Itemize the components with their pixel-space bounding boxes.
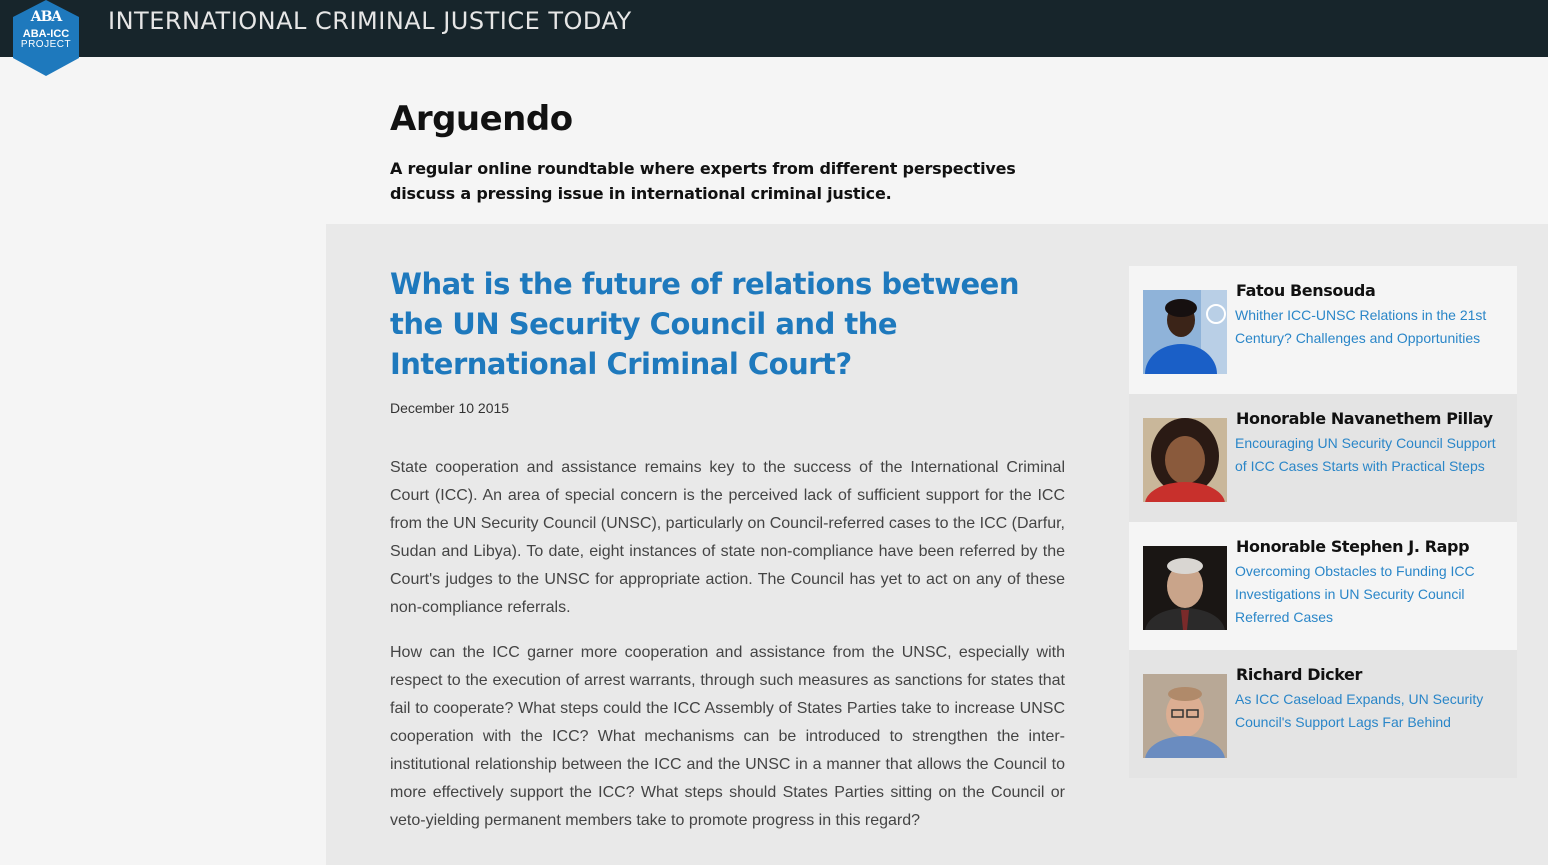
contributor-photo[interactable] <box>1143 674 1227 758</box>
site-title[interactable]: INTERNATIONAL CRIMINAL JUSTICE TODAY <box>108 7 632 35</box>
aba-icc-logo[interactable]: ABA ABA-ICC PROJECT <box>11 0 81 78</box>
portrait-icon <box>1143 418 1227 502</box>
contributor-article-link[interactable]: As ICC Caseload Expands, UN Security Cou… <box>1235 688 1507 734</box>
portrait-icon <box>1143 546 1227 630</box>
contributor-card: Richard Dicker As ICC Caseload Expands, … <box>1129 650 1517 778</box>
contributor-name: Honorable Stephen J. Rapp <box>1236 537 1470 556</box>
contributors-sidebar: Fatou Bensouda Whither ICC-UNSC Relation… <box>1129 266 1517 778</box>
contributor-card: Honorable Stephen J. Rapp Overcoming Obs… <box>1129 522 1517 650</box>
contributor-photo[interactable] <box>1143 290 1227 374</box>
contributor-name: Honorable Navanethem Pillay <box>1236 409 1493 428</box>
page-subtitle: A regular online roundtable where expert… <box>390 159 1016 203</box>
contributor-article-link[interactable]: Whither ICC-UNSC Relations in the 21st C… <box>1235 304 1507 350</box>
top-navigation-bar: INTERNATIONAL CRIMINAL JUSTICE TODAY <box>0 0 1548 57</box>
contributor-name: Fatou Bensouda <box>1236 281 1376 300</box>
logo-line2: PROJECT <box>20 39 72 50</box>
article-title: What is the future of relations between … <box>390 267 1019 381</box>
article-paragraph: How can the ICC garner more cooperation … <box>390 644 1065 829</box>
portrait-icon <box>1143 674 1227 758</box>
article-body: State cooperation and assistance remains… <box>390 454 1065 852</box>
contributor-article-link[interactable]: Overcoming Obstacles to Funding ICC Inve… <box>1235 560 1507 629</box>
contributor-card: Fatou Bensouda Whither ICC-UNSC Relation… <box>1129 266 1517 394</box>
contributor-article-link[interactable]: Encouraging UN Security Council Support … <box>1235 432 1507 478</box>
page-title: Arguendo <box>390 99 573 139</box>
portrait-icon <box>1143 290 1227 374</box>
article-paragraph: State cooperation and assistance remains… <box>390 459 1065 616</box>
contributor-card: Honorable Navanethem Pillay Encouraging … <box>1129 394 1517 522</box>
contributor-name: Richard Dicker <box>1236 665 1362 684</box>
contributor-photo[interactable] <box>1143 546 1227 630</box>
article-date: December 10 2015 <box>390 400 510 416</box>
contributor-photo[interactable] <box>1143 418 1227 502</box>
logo-mark: ABA <box>30 9 63 25</box>
